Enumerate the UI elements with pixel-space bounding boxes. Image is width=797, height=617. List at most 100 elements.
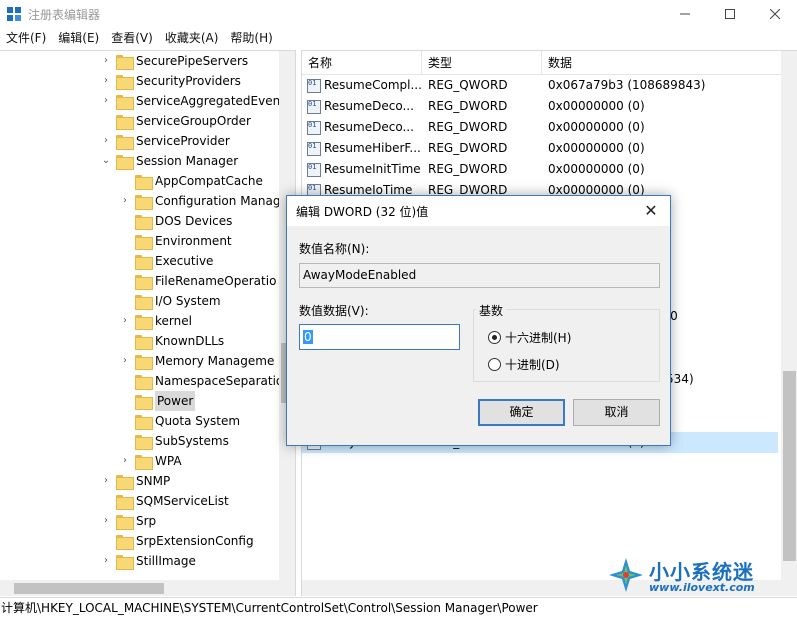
tree-item[interactable]: › StillImage: [100, 551, 196, 571]
tree-item-label: Environment: [155, 234, 232, 248]
tree-item[interactable]: SrpExtensionConfig: [100, 531, 254, 551]
tree-item[interactable]: › Memory Manageme: [119, 351, 274, 371]
tree-horizontal-scrollbar[interactable]: [0, 580, 279, 596]
folder-icon: [135, 294, 153, 310]
registry-tree[interactable]: › SecurePipeServers › SecurityProviders › Ser…: [0, 50, 296, 596]
list-vertical-scrollbar[interactable]: [781, 51, 797, 596]
value-row[interactable]: 01 10ResumeCompl... REG_QWORD 0x067a79b3 (…: [302, 75, 778, 96]
tree-item[interactable]: Executive: [119, 251, 213, 271]
value-row[interactable]: 01 10ResumeInitTime REG_DWORD 0x00000000 (…: [302, 159, 778, 180]
tree-hscroll-thumb[interactable]: [14, 583, 164, 594]
value-type-cell: REG_DWORD: [428, 99, 508, 113]
minimize-button[interactable]: [662, 0, 708, 28]
watermark-star-icon: [609, 558, 643, 592]
tree-item-label: DOS Devices: [155, 214, 233, 228]
expand-chevron-icon[interactable]: ›: [119, 191, 131, 211]
minimize-icon: [680, 13, 690, 15]
value-data-input[interactable]: 0: [299, 324, 460, 350]
dialog-title: 编辑 DWORD (32 位)值: [296, 205, 429, 219]
expand-chevron-icon[interactable]: ›: [100, 551, 112, 571]
value-name-text: ResumeDeco...: [324, 120, 414, 134]
menu-view[interactable]: 查看(V): [105, 28, 159, 48]
menu-file[interactable]: 文件(F): [0, 28, 52, 48]
tree-item[interactable]: Quota System: [119, 411, 240, 431]
tree-item[interactable]: › ServiceAggregatedEven: [100, 91, 280, 111]
menu-help[interactable]: 帮助(H): [224, 28, 278, 48]
tree-item-label: AppCompatCache: [155, 174, 263, 188]
reg-binary-value-icon: 01 10: [307, 78, 321, 93]
radix-label: 基数: [476, 302, 507, 319]
dialog-close-button[interactable]: ✕: [639, 200, 663, 222]
menu-edit[interactable]: 编辑(E): [52, 28, 105, 48]
value-type-cell: REG_DWORD: [428, 162, 508, 176]
list-scroll-thumb[interactable]: [783, 371, 796, 561]
folder-icon: [135, 354, 153, 370]
tree-item-label: SecurityProviders: [136, 74, 241, 88]
dec-radio[interactable]: 十进制(D): [488, 356, 560, 373]
tree-item[interactable]: › Srp: [100, 511, 156, 531]
close-icon: [770, 9, 780, 19]
column-type-header[interactable]: 类型: [422, 51, 542, 75]
value-row[interactable]: 01 10ResumeDeco... REG_DWORD 0x00000000 (0…: [302, 117, 778, 138]
expand-chevron-icon[interactable]: ›: [100, 511, 112, 531]
expand-chevron-icon[interactable]: ›: [100, 471, 112, 491]
tree-item-label: ServiceAggregatedEven: [136, 94, 281, 108]
tree-item[interactable]: › Configuration Manag: [119, 191, 280, 211]
tree-item[interactable]: FileRenameOperatio: [119, 271, 276, 291]
folder-icon: [116, 494, 134, 510]
ok-button[interactable]: 确定: [478, 399, 565, 426]
value-name-cell: 01 10ResumeCompl...: [302, 75, 422, 96]
tree-item-label: SQMServiceList: [136, 494, 229, 508]
tree-item[interactable]: ⌄ Session Manager: [100, 151, 238, 171]
tree-item[interactable]: SubSystems: [119, 431, 229, 451]
tree-item[interactable]: › WPA: [119, 451, 182, 471]
menu-favorites[interactable]: 收藏夹(A): [159, 28, 225, 48]
tree-item[interactable]: › kernel: [119, 311, 192, 331]
expand-chevron-icon[interactable]: ›: [100, 71, 112, 91]
folder-icon: [135, 434, 153, 450]
expand-chevron-icon[interactable]: ›: [100, 51, 112, 71]
tree-item[interactable]: › SNMP: [100, 471, 170, 491]
tree-item-label: Executive: [155, 254, 214, 268]
expand-chevron-icon[interactable]: ›: [100, 91, 112, 111]
value-row[interactable]: 01 10ResumeHiberF... REG_DWORD 0x00000000 …: [302, 138, 778, 159]
tree-item-label: NamespaceSeparatio: [155, 374, 284, 388]
column-data-header[interactable]: 数据: [542, 51, 797, 75]
reg-binary-value-icon: 01 10: [307, 162, 321, 177]
tree-item[interactable]: › SecurityProviders: [100, 71, 241, 91]
cancel-button[interactable]: 取消: [573, 399, 660, 426]
tree-item[interactable]: ServiceGroupOrder: [100, 111, 251, 131]
column-name-header[interactable]: 名称: [302, 51, 422, 75]
tree-item[interactable]: SQMServiceList: [100, 491, 229, 511]
tree-item[interactable]: KnownDLLs: [119, 331, 224, 351]
folder-icon: [135, 374, 153, 390]
collapse-chevron-icon[interactable]: ⌄: [100, 151, 112, 171]
tree-item[interactable]: Power: [119, 391, 196, 411]
tree-item[interactable]: I/O System: [119, 291, 221, 311]
close-button[interactable]: [752, 0, 797, 28]
expand-chevron-icon[interactable]: ›: [119, 451, 131, 471]
expand-chevron-icon[interactable]: ›: [119, 351, 131, 371]
tree-item[interactable]: AppCompatCache: [119, 171, 263, 191]
tree-item[interactable]: Environment: [119, 231, 232, 251]
tree-item[interactable]: DOS Devices: [119, 211, 232, 231]
value-row[interactable]: 01 10ResumeDeco... REG_DWORD 0x00000000 (0…: [302, 96, 778, 117]
tree-item[interactable]: NamespaceSeparatio: [119, 371, 283, 391]
tree-item[interactable]: › SecurePipeServers: [100, 51, 248, 71]
expand-chevron-icon[interactable]: ›: [100, 131, 112, 151]
expand-chevron-icon[interactable]: ›: [119, 311, 131, 331]
hex-radio[interactable]: 十六进制(H): [488, 329, 571, 346]
tree-item[interactable]: › ServiceProvider: [100, 131, 230, 151]
maximize-button[interactable]: [707, 0, 753, 28]
value-name-text: ResumeInitTime: [324, 162, 421, 176]
tree-item-label: Session Manager: [136, 154, 239, 168]
menu-bar: 文件(F) 编辑(E) 查看(V) 收藏夹(A) 帮助(H): [0, 28, 797, 48]
dec-radio-label: 十进制(D): [505, 358, 560, 372]
tree-item-label: Srp: [136, 514, 157, 528]
